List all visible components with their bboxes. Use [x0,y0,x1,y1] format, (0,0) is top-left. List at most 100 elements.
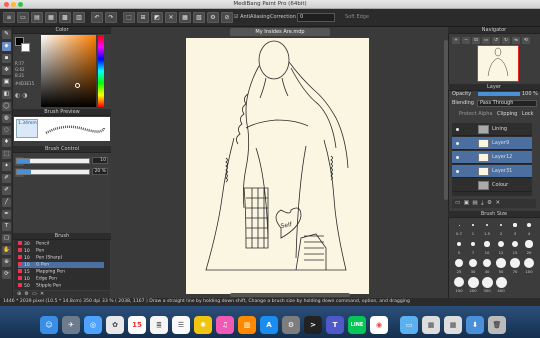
gear-icon[interactable]: ⚙ [207,12,219,23]
brush-size-option[interactable]: 4 [522,219,536,238]
brush-size-option[interactable]: 2 [494,219,508,238]
brush-size-option[interactable]: 100 [522,257,536,276]
brush-size-option[interactable]: 40 [480,257,494,276]
brush-size-option[interactable]: 15 [508,238,522,257]
snap-off-icon[interactable]: ⊘ [221,12,233,23]
brush-size-option[interactable]: 5 [452,238,466,257]
magic-wand-icon[interactable]: ✦ [2,162,11,171]
brush-size-option[interactable]: 200 [466,276,480,295]
fit-icon[interactable]: ⊡ [472,37,480,44]
document-tab[interactable]: My Insides Are.mdp [230,28,330,36]
trash-icon[interactable]: 🗑 [488,316,506,334]
brush-item[interactable]: 50 Stipple Pen [18,283,104,289]
chrome-icon[interactable]: ◉ [370,316,388,334]
eyedropper-icon[interactable]: ✒ [2,210,11,219]
reset-icon[interactable]: ⟲ [522,37,530,44]
preview2-icon[interactable]: ▦ [444,316,462,334]
brush-size-value[interactable]: 10 [92,157,108,164]
fill-tool-icon[interactable]: ▣ [2,78,11,87]
expand-selection-icon[interactable]: ✕ [165,12,177,23]
reminders-icon[interactable]: ☰ [172,316,190,334]
copy-layer-icon[interactable]: ▣ [464,200,469,206]
eraser-tool-icon[interactable]: ◆ [2,42,11,51]
minimize-window-button[interactable] [11,2,16,7]
photos-icon[interactable]: ✿ [106,316,124,334]
layer-row-folder[interactable]: Colour [452,179,532,192]
brush-size-option[interactable]: 0.7 [452,219,466,238]
brush-size-option[interactable]: 7 [466,238,480,257]
actual-size-icon[interactable]: ▭ [482,37,490,44]
open-icon[interactable]: ▤ [31,12,43,23]
layer-row-folder[interactable]: Lining [452,123,532,136]
layer-row[interactable]: Layer9 [452,137,532,150]
itunes-icon[interactable]: ♫ [216,316,234,334]
color-cursor[interactable] [75,83,80,88]
brush-opacity-value[interactable]: 20 % [92,168,108,175]
horizontal-scrollbar[interactable] [230,293,350,297]
dot-tool-icon[interactable]: ▪ [2,54,11,63]
brush-size-option[interactable]: 30 [466,257,480,276]
app-store-icon[interactable]: A [260,316,278,334]
save-icon[interactable]: ▦ [45,12,57,23]
visibility-icon[interactable] [456,170,459,173]
zoom-out-icon[interactable]: − [462,37,470,44]
brush-size-option[interactable]: 50 [494,257,508,276]
select-pen-icon[interactable]: ✐ [2,174,11,183]
brush-item[interactable]: 10 Pen [18,248,104,254]
lasso-tool-icon[interactable]: ◌ [2,126,11,135]
terminal-icon[interactable]: > [304,316,322,334]
line-icon[interactable]: LINE [348,316,366,334]
color-mode-icons[interactable]: ◐ ◑ [15,92,27,99]
visibility-icon[interactable] [456,128,459,131]
zoom-window-button[interactable] [18,2,23,7]
folder-icon[interactable]: ▭ [400,316,418,334]
color-picker[interactable]: R:77 G:62 B:21 #4D3E15 ◐ ◑ [14,35,104,107]
brush-size-option[interactable]: 300 [480,276,494,295]
brush-folder-icon[interactable]: ▭ [32,291,37,297]
redo-icon[interactable]: ↷ [105,12,117,23]
layout-icon[interactable]: ▥ [73,12,85,23]
delete-brush-icon[interactable]: ✕ [40,291,44,297]
clipping-checkbox[interactable]: Clipping [497,111,517,118]
frame-tool-icon[interactable]: ▢ [2,234,11,243]
brush-size-option[interactable]: 1.5 [480,219,494,238]
transform-icon[interactable]: ⊞ [137,12,149,23]
select-tool-icon[interactable]: ⬚ [2,150,11,159]
brush-opacity-slider[interactable] [16,169,90,175]
preview-icon[interactable]: ▦ [422,316,440,334]
new-file-icon[interactable]: ▭ [17,12,29,23]
brush-item[interactable]: 15 Mapping Pen [18,269,104,275]
fill-bucket-icon[interactable]: ♦ [2,138,11,147]
layer-row[interactable]: Layer12 [452,151,532,164]
brush-size-option[interactable]: 3 [508,219,522,238]
calendar-icon[interactable]: 15 [128,316,146,334]
brush-item-selected[interactable]: 10 G Pen [18,262,104,268]
rotate-tool-icon[interactable]: ⟳ [2,270,11,279]
safari-icon[interactable]: ◎ [84,316,102,334]
brush-item[interactable]: 30 Pencil [18,241,104,247]
hand-tool-icon[interactable]: ✋ [2,246,11,255]
zoom-tool-icon[interactable]: ⊕ [2,258,11,267]
brush-size-slider[interactable] [16,158,90,164]
saturation-value-field[interactable] [41,35,96,107]
rotate-right-icon[interactable]: ↻ [502,37,510,44]
hue-slider[interactable] [98,35,104,107]
layer-settings-icon[interactable]: ⚙ [487,200,492,206]
new-layer-icon[interactable]: ▭ [455,200,460,206]
layer-opacity-slider[interactable] [478,92,520,96]
undo-icon[interactable]: ↶ [91,12,103,23]
lock-checkbox[interactable]: Lock [522,111,533,118]
downloads-icon[interactable]: ⬇ [466,316,484,334]
launchpad-icon[interactable]: ✈ [62,316,80,334]
zoom-in-icon[interactable]: + [452,37,460,44]
brush-size-option[interactable]: 70 [508,257,522,276]
grid-toggle-icon[interactable]: ▦ [179,12,191,23]
snap-icon[interactable]: ▧ [193,12,205,23]
menu-icon[interactable]: ≡ [3,12,15,23]
brush-size-option[interactable]: 20 [522,238,536,257]
move-tool-icon[interactable]: ✥ [2,66,11,75]
correction-select[interactable]: 0 [297,13,335,22]
brush-item[interactable]: 10 Pen (Sharp) [18,255,104,261]
flip-icon[interactable]: ⇋ [512,37,520,44]
rotate-left-icon[interactable]: ↺ [492,37,500,44]
